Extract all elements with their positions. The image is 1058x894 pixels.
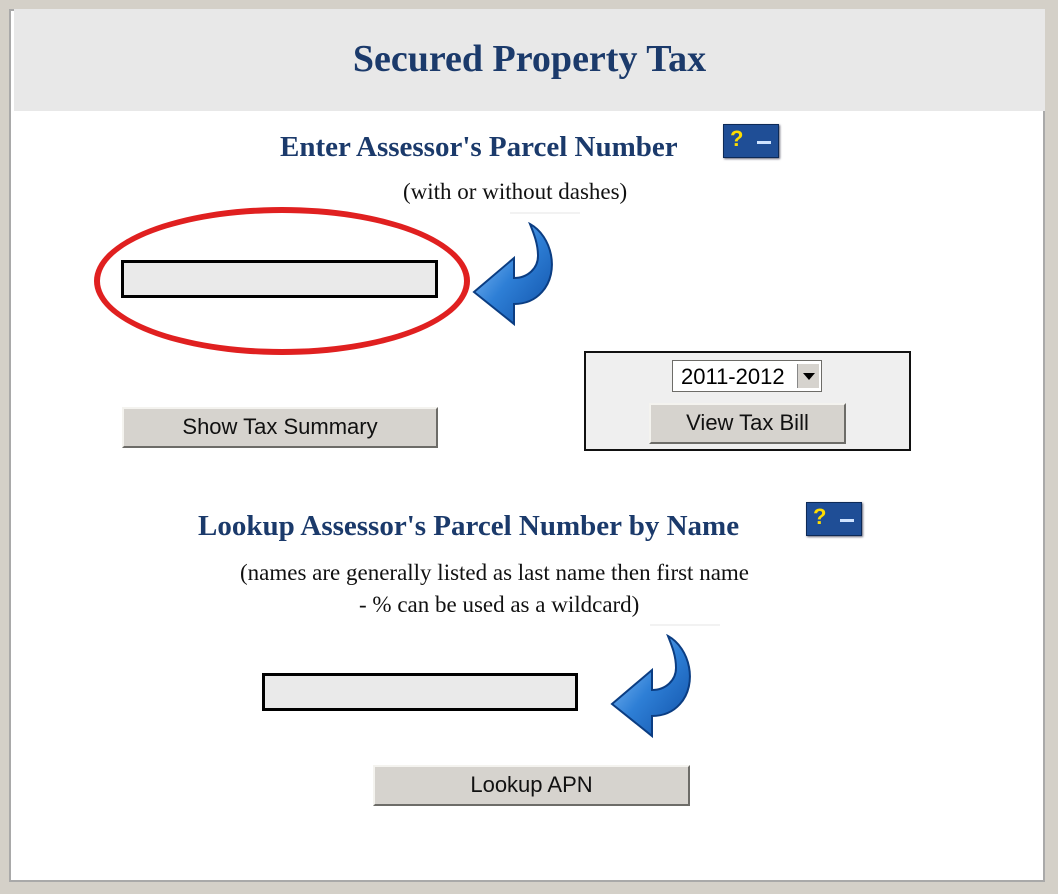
page-title: Secured Property Tax (352, 38, 707, 80)
page-header: Secured Property Tax (14, 9, 1045, 111)
pointer-arrow-icon (472, 222, 553, 327)
name-lookup-heading: Lookup Assessor's Parcel Number by Name (198, 510, 740, 542)
tax-year-select[interactable]: 2011-2012 (672, 360, 822, 392)
parcel-number-input[interactable] (121, 260, 438, 298)
tax-year-value: 2011-2012 (681, 364, 785, 389)
name-help-icon[interactable]: ? (806, 502, 862, 536)
separator (650, 624, 720, 626)
owner-name-input[interactable] (262, 673, 578, 711)
help-question-mark: ? (813, 504, 827, 529)
separator (510, 212, 580, 214)
pointer-arrow-icon (610, 634, 691, 739)
parcel-subtext: (with or without dashes) (403, 179, 628, 204)
show-tax-summary-button[interactable]: Show Tax Summary (122, 407, 438, 448)
name-subtext-line2: - % can be used as a wildcard) (359, 592, 640, 617)
parcel-heading: Enter Assessor's Parcel Number (280, 131, 678, 163)
parcel-help-icon[interactable]: ? (723, 124, 779, 158)
view-tax-bill-button[interactable]: View Tax Bill (649, 403, 846, 444)
help-question-mark: ? (730, 126, 744, 151)
name-subtext-line1: (names are generally listed as last name… (240, 560, 749, 585)
chevron-down-icon[interactable] (797, 364, 819, 388)
lookup-apn-button[interactable]: Lookup APN (373, 765, 690, 806)
